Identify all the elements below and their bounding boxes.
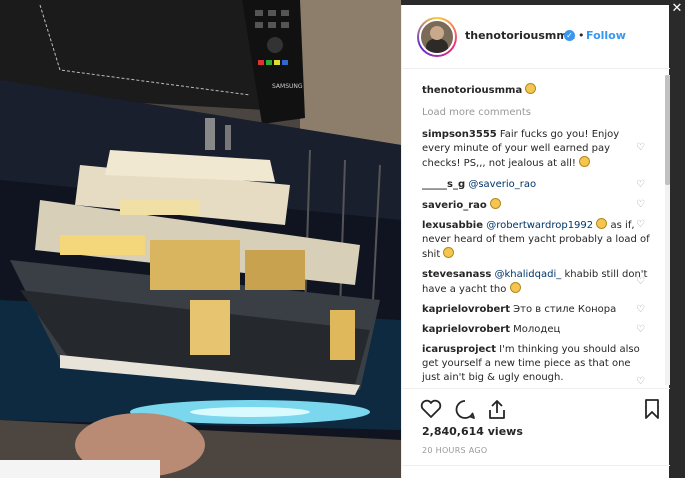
emoji-icon — [509, 282, 521, 293]
like-comment-icon[interactable]: ♡ — [636, 180, 646, 190]
comment-username[interactable]: simpson3555 — [422, 129, 497, 140]
comment-username[interactable]: lexusabbie — [422, 220, 483, 231]
comment-username[interactable]: _____s_g — [422, 179, 465, 190]
post-actions: 2,840,614 views 20 HOURS AGO — [402, 388, 670, 478]
comment-item: saverio_rao — [422, 198, 650, 213]
post-header: thenotoriousmma ✓ • Follow — [402, 5, 670, 69]
caption-username[interactable]: thenotoriousmma — [422, 85, 522, 96]
like-comment-icon[interactable]: ♡ — [636, 277, 646, 287]
comment-item: icarusproject I'm thinking you should al… — [422, 343, 650, 385]
emoji-icon — [579, 156, 591, 167]
like-comment-icon[interactable]: ♡ — [636, 305, 646, 315]
comment-mention[interactable]: @saverio_rao — [468, 179, 536, 190]
scrollbar-thumb[interactable] — [665, 75, 670, 185]
comment-username[interactable]: saverio_rao — [422, 200, 487, 211]
load-more-comments-button[interactable]: Load more comments — [422, 107, 531, 118]
comment-text: Это в стиле Конора — [513, 304, 617, 315]
close-icon[interactable]: ✕ — [670, 2, 684, 16]
view-count[interactable]: 2,840,614 views — [422, 425, 523, 438]
emoji-icon — [596, 218, 608, 229]
emoji-icon — [525, 83, 537, 94]
remote-brand: SAMSUNG — [272, 83, 303, 90]
like-comment-icon[interactable]: ♡ — [636, 220, 646, 230]
comments-scrollbar[interactable] — [665, 75, 670, 385]
like-comment-icon[interactable]: ♡ — [636, 325, 646, 335]
comment-item: simpson3555 Fair fucks go you! Enjoy eve… — [422, 128, 650, 171]
avatar[interactable] — [417, 17, 457, 57]
emoji-icon — [489, 198, 501, 209]
comment-username[interactable]: icarusproject — [422, 344, 496, 355]
comments-list: thenotoriousmma Load more comments simps… — [402, 70, 664, 388]
post-photo: SAMSUNG — [0, 0, 401, 478]
verified-badge-icon: ✓ — [564, 30, 575, 41]
follow-button[interactable]: Follow — [586, 29, 626, 42]
instagram-post-viewer: SAMSUNG ✕ thenotoriousmma ✓ • Follow the… — [0, 0, 685, 478]
post-side-panel: thenotoriousmma ✓ • Follow thenotoriousm… — [401, 5, 670, 478]
bookmark-icon[interactable] — [644, 398, 660, 420]
comment-item: lexusabbie @robertwardrop1992 as if, nev… — [422, 218, 650, 262]
comment-username[interactable]: kaprielovrobert — [422, 324, 510, 335]
like-comment-icon[interactable]: ♡ — [636, 143, 646, 153]
comment-item: stevesanass @khalidqadi_ khabib still do… — [422, 268, 650, 297]
author-username[interactable]: thenotoriousmma — [465, 29, 575, 42]
like-heart-icon[interactable] — [420, 399, 442, 419]
comment-item: kaprielovrobert Молодец — [422, 323, 650, 337]
comment-item: _____s_g @saverio_rao — [422, 178, 650, 192]
add-comment-row[interactable] — [402, 465, 670, 478]
header-separator: • — [578, 29, 585, 42]
like-comment-icon[interactable]: ♡ — [636, 377, 646, 387]
comment-mention[interactable]: @khalidqadi_ — [494, 269, 561, 280]
share-icon[interactable] — [488, 398, 506, 420]
comment-item: kaprielovrobert Это в стиле Конора — [422, 303, 650, 317]
comment-mention[interactable]: @robertwardrop1992 — [486, 220, 593, 231]
comment-username[interactable]: kaprielovrobert — [422, 304, 510, 315]
post-timestamp[interactable]: 20 HOURS AGO — [422, 446, 488, 455]
emoji-icon — [443, 247, 455, 258]
yacht-photo-illustration: SAMSUNG — [0, 0, 401, 478]
comment-username[interactable]: stevesanass — [422, 269, 491, 280]
comment-text: Молодец — [513, 324, 561, 335]
comment-bubble-icon[interactable] — [454, 399, 476, 420]
like-comment-icon[interactable]: ♡ — [636, 200, 646, 210]
caption: thenotoriousmma — [422, 83, 650, 98]
